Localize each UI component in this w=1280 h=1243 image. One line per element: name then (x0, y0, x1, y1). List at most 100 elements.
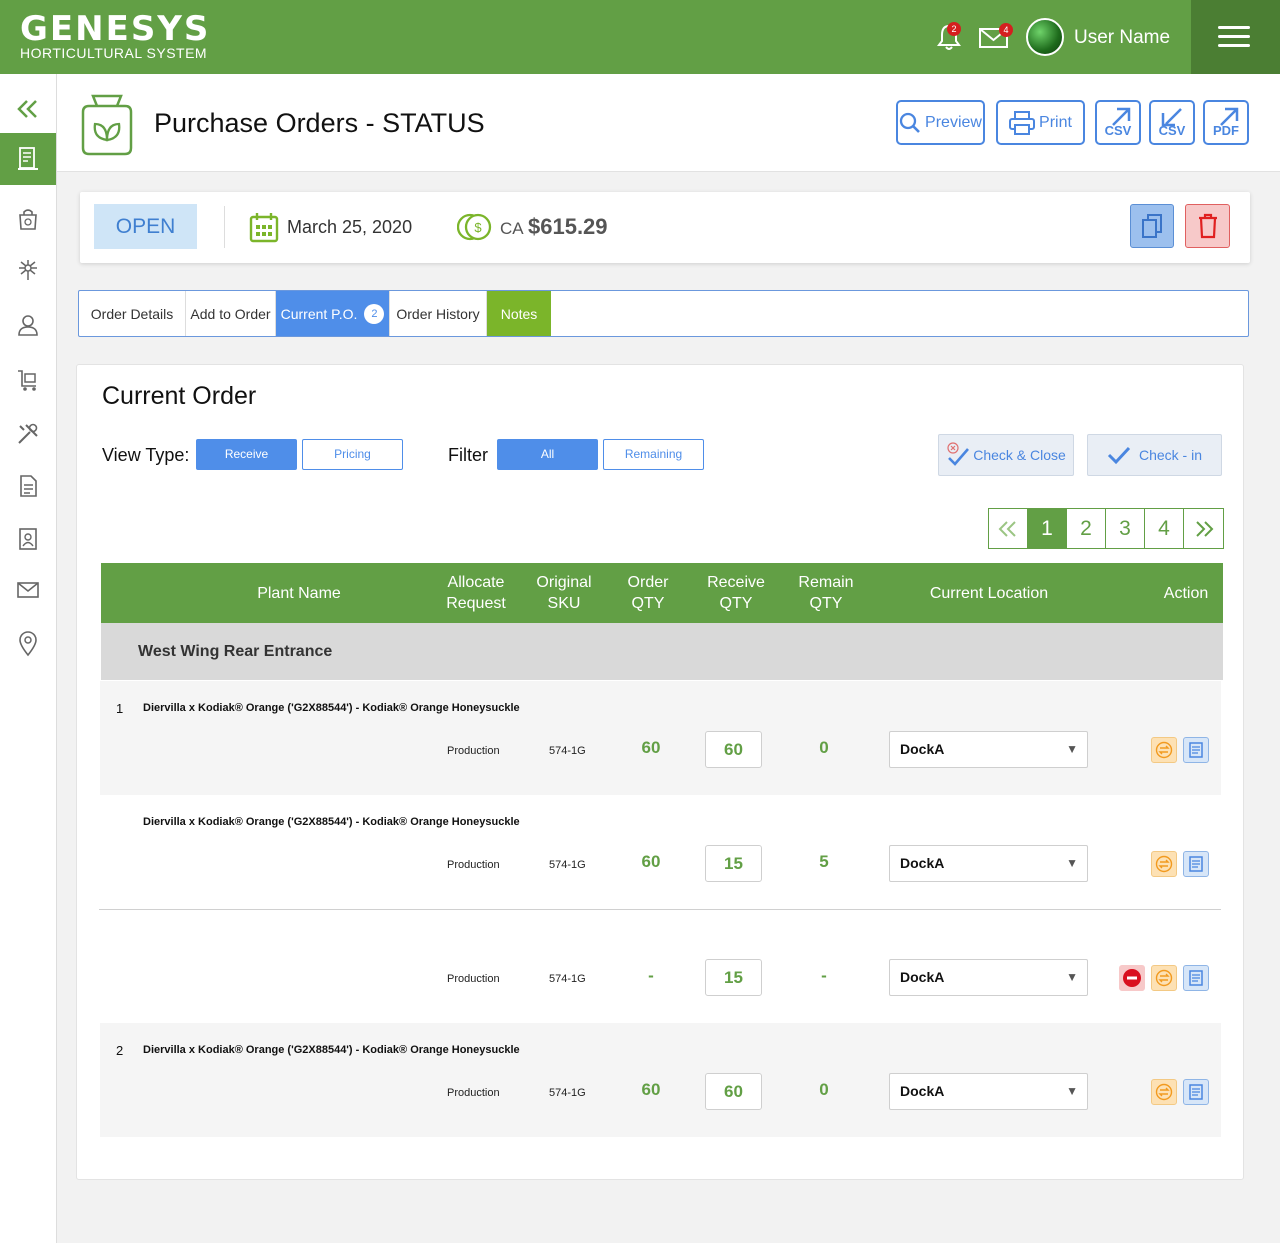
amount-currency: CA (500, 219, 524, 238)
col-receive-qty: Receive QTY (701, 563, 771, 623)
notification-badge: 2 (947, 22, 961, 36)
hamburger-icon-line (1218, 35, 1250, 38)
view-pricing-button[interactable]: Pricing (302, 439, 403, 470)
plant-name: Diervilla x Kodiak® Orange ('G2X88544') … (143, 816, 520, 828)
details-button[interactable] (1183, 965, 1209, 991)
order-qty: - (648, 966, 654, 985)
location-select[interactable]: DockA ▼ (889, 731, 1088, 768)
current-order-card: Current Order View Type: Receive Pricing… (76, 364, 1244, 1180)
location-select[interactable]: DockA ▼ (889, 1073, 1088, 1110)
pager-first-button[interactable] (989, 509, 1028, 548)
col-order-qty: Order QTY (618, 563, 678, 623)
view-receive-button[interactable]: Receive (196, 439, 297, 470)
sidebar-item-bags[interactable] (0, 199, 56, 239)
filter-all-button[interactable]: All (497, 439, 598, 470)
hamburger-menu-button[interactable] (1191, 0, 1280, 74)
check-in-button[interactable]: Check - in (1087, 434, 1222, 476)
hamburger-icon (1218, 26, 1250, 29)
sidebar-item-tools[interactable] (0, 414, 56, 454)
envelope-icon (17, 582, 39, 598)
cart-icon (18, 370, 36, 391)
sidebar-item-orders[interactable] (0, 133, 56, 185)
csv-export-button[interactable]: CSV (1095, 100, 1141, 145)
trash-icon (1198, 213, 1217, 239)
details-button[interactable] (1183, 851, 1209, 877)
tab-order-details[interactable]: Order Details (79, 291, 186, 336)
allocate-request: Production (447, 859, 500, 871)
sidebar-item-locations[interactable] (0, 624, 56, 664)
swap-button[interactable] (1151, 965, 1177, 991)
message-badge: 4 (999, 23, 1013, 37)
original-sku: 574-1G (549, 859, 586, 871)
remove-icon (1123, 969, 1141, 987)
pager-page-4[interactable]: 4 (1145, 509, 1184, 548)
csv-import-button[interactable]: CSV (1149, 100, 1195, 145)
printer-icon (1009, 110, 1036, 135)
sidebar-item-plants[interactable] (0, 250, 56, 290)
pager-last-button[interactable] (1184, 509, 1223, 548)
swap-icon (1155, 969, 1173, 987)
avatar[interactable] (1026, 18, 1064, 56)
swap-button[interactable] (1151, 1079, 1177, 1105)
messages-button[interactable]: 4 (979, 23, 1013, 53)
tab-order-history[interactable]: Order History (390, 291, 487, 336)
col-sku-line1: Original (536, 574, 592, 591)
tab-add-to-order[interactable]: Add to Order (186, 291, 276, 336)
details-button[interactable] (1183, 737, 1209, 763)
dropdown-arrow-icon: ▼ (1066, 1084, 1078, 1098)
tab-label: Order History (396, 305, 480, 322)
delete-order-button[interactable] (1185, 204, 1230, 248)
collapse-sidebar-button[interactable] (0, 89, 56, 129)
receive-qty-input[interactable]: 15 (705, 959, 762, 996)
tab-label: Add to Order (190, 305, 271, 322)
check-close-button[interactable]: Check & Close (938, 434, 1074, 476)
allocate-request: Production (447, 1087, 500, 1099)
pager-page-1[interactable]: 1 (1028, 509, 1067, 548)
double-chevron-right-icon (1195, 520, 1213, 537)
details-button[interactable] (1183, 1079, 1209, 1105)
table-row: Diervilla x Kodiak® Orange ('G2X88544') … (100, 795, 1221, 909)
tab-notes[interactable]: Notes (487, 291, 551, 336)
app-logo[interactable]: GENESYS HORTICULTURAL SYSTEM (20, 12, 210, 60)
pager-page-2[interactable]: 2 (1067, 509, 1106, 548)
tab-current-po[interactable]: Current P.O. 2 (276, 291, 390, 336)
location-value: DockA (900, 855, 945, 871)
sidebar-item-documents[interactable] (0, 466, 56, 506)
copy-order-button[interactable] (1130, 204, 1174, 248)
swap-button[interactable] (1151, 851, 1177, 877)
receive-qty-input[interactable]: 15 (705, 845, 762, 882)
dropdown-arrow-icon: ▼ (1066, 742, 1078, 756)
location-value: DockA (900, 1083, 945, 1099)
tools-icon (18, 423, 38, 444)
table-row: 2 Diervilla x Kodiak® Orange ('G2X88544'… (100, 1023, 1221, 1137)
pdf-export-button[interactable]: PDF (1203, 100, 1249, 145)
original-sku: 574-1G (549, 745, 586, 757)
col-allocate-line2: Request (446, 595, 506, 612)
receive-qty-input[interactable]: 60 (705, 731, 762, 768)
user-name[interactable]: User Name (1074, 27, 1170, 49)
receive-qty-input[interactable]: 60 (705, 1073, 762, 1110)
csv-export-label: CSV (1104, 123, 1132, 138)
original-sku: 574-1G (549, 1087, 586, 1099)
swap-button[interactable] (1151, 737, 1177, 763)
original-sku: 574-1G (549, 973, 586, 985)
group-row: West Wing Rear Entrance (101, 623, 1223, 680)
filter-label: Filter (448, 445, 488, 465)
location-select[interactable]: DockA ▼ (889, 959, 1088, 996)
pager-page-3[interactable]: 3 (1106, 509, 1145, 548)
location-select[interactable]: DockA ▼ (889, 845, 1088, 882)
hamburger-icon-line (1218, 44, 1250, 47)
filter-remaining-button[interactable]: Remaining (603, 439, 704, 470)
tab-label: Current P.O. (280, 305, 358, 322)
sidebar-item-mail[interactable] (0, 570, 56, 610)
print-button[interactable]: Print (996, 100, 1085, 145)
sidebar-item-contacts[interactable] (0, 519, 56, 559)
logo-sub: HORTICULTURAL SYSTEM (20, 45, 208, 61)
row-number: 2 (116, 1043, 124, 1058)
sidebar-item-customers[interactable] (0, 305, 56, 345)
sidebar-item-cart[interactable] (0, 360, 56, 400)
divider (224, 206, 225, 248)
preview-button[interactable]: Preview (896, 100, 985, 145)
notifications-button[interactable]: 2 (936, 22, 962, 57)
remove-split-button[interactable] (1119, 965, 1145, 991)
